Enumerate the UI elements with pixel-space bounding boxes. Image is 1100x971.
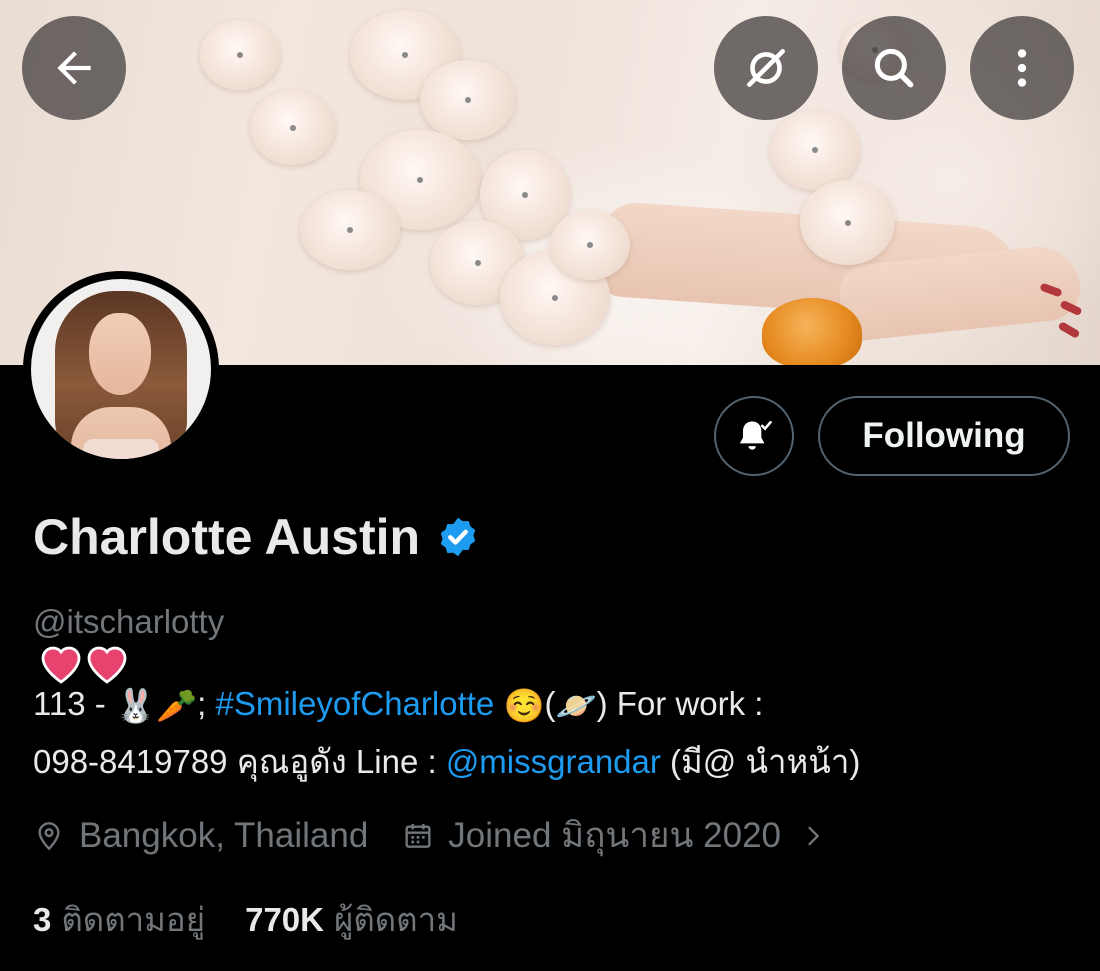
location: Bangkok, Thailand — [33, 816, 368, 856]
bio-text: ( — [544, 685, 556, 722]
planet-emoji-icon: 🪐 — [555, 687, 597, 725]
following-button[interactable]: Following — [818, 396, 1070, 476]
search-icon — [874, 48, 914, 88]
search-button[interactable] — [842, 16, 946, 120]
followers-count[interactable]: 770K — [245, 901, 324, 939]
joined-date[interactable]: Joined มิถุนายน 2020 — [402, 808, 827, 863]
location-text: Bangkok, Thailand — [79, 815, 369, 855]
joined-text: Joined มิถุนายน 2020 — [448, 816, 782, 855]
banner-orange — [762, 298, 862, 365]
rabbit-emoji-icon: 🐰 — [114, 687, 157, 725]
back-arrow-icon — [57, 51, 91, 85]
carrot-emoji-icon: 🥕 — [156, 687, 198, 725]
avatar-image — [31, 279, 211, 459]
more-button[interactable] — [970, 16, 1074, 120]
notifications-button[interactable] — [714, 396, 794, 476]
bell-check-icon — [739, 420, 772, 450]
bio-text: 113 - — [33, 685, 115, 722]
following-label[interactable]: ติดตามอยู่ — [61, 893, 205, 946]
chevron-right-icon[interactable] — [799, 822, 827, 850]
bio-text: (มี@ นำหน้า) — [660, 743, 861, 781]
display-name: Charlotte Austin — [33, 509, 421, 565]
back-button[interactable] — [22, 16, 126, 120]
handle: @itscharlotty — [33, 603, 225, 640]
following-count[interactable]: 3 — [33, 901, 51, 939]
smiling-emoji-icon: ☺️ — [503, 687, 545, 725]
avatar[interactable] — [23, 271, 219, 467]
follow-stats: 3 ติดตามอยู่ 770K ผู้ติดตาม — [33, 893, 498, 946]
bio-line-2: 098-8419789 คุณอูดัง Line : @missgrandar… — [33, 734, 1073, 790]
calendar-icon — [405, 823, 431, 848]
verified-badge-icon[interactable] — [436, 515, 480, 559]
profile-bio: 113 - 🐰🥕; #SmileyofCharlotte ☺️(🪐) For w… — [33, 676, 1073, 790]
bio-text: 098-8419789 คุณอูดัง Line : — [33, 743, 446, 781]
name-row: Charlotte Austin — [33, 508, 480, 566]
grok-button[interactable] — [714, 16, 818, 120]
hashtag-link[interactable]: #SmileyofCharlotte — [215, 685, 494, 722]
mention-link[interactable]: @missgrandar — [446, 743, 661, 780]
profile-meta: Bangkok, Thailand Joined มิถุนายน 2020 — [33, 808, 861, 863]
location-pin-icon — [38, 821, 60, 850]
bio-text: ) For work : — [596, 685, 764, 722]
more-vertical-icon — [1017, 49, 1027, 87]
bio-text: ; — [197, 685, 216, 722]
grok-icon — [747, 49, 785, 87]
bio-line-1: 113 - 🐰🥕; #SmileyofCharlotte ☺️(🪐) For w… — [33, 676, 1073, 734]
followers-label[interactable]: ผู้ติดตาม — [334, 893, 458, 946]
